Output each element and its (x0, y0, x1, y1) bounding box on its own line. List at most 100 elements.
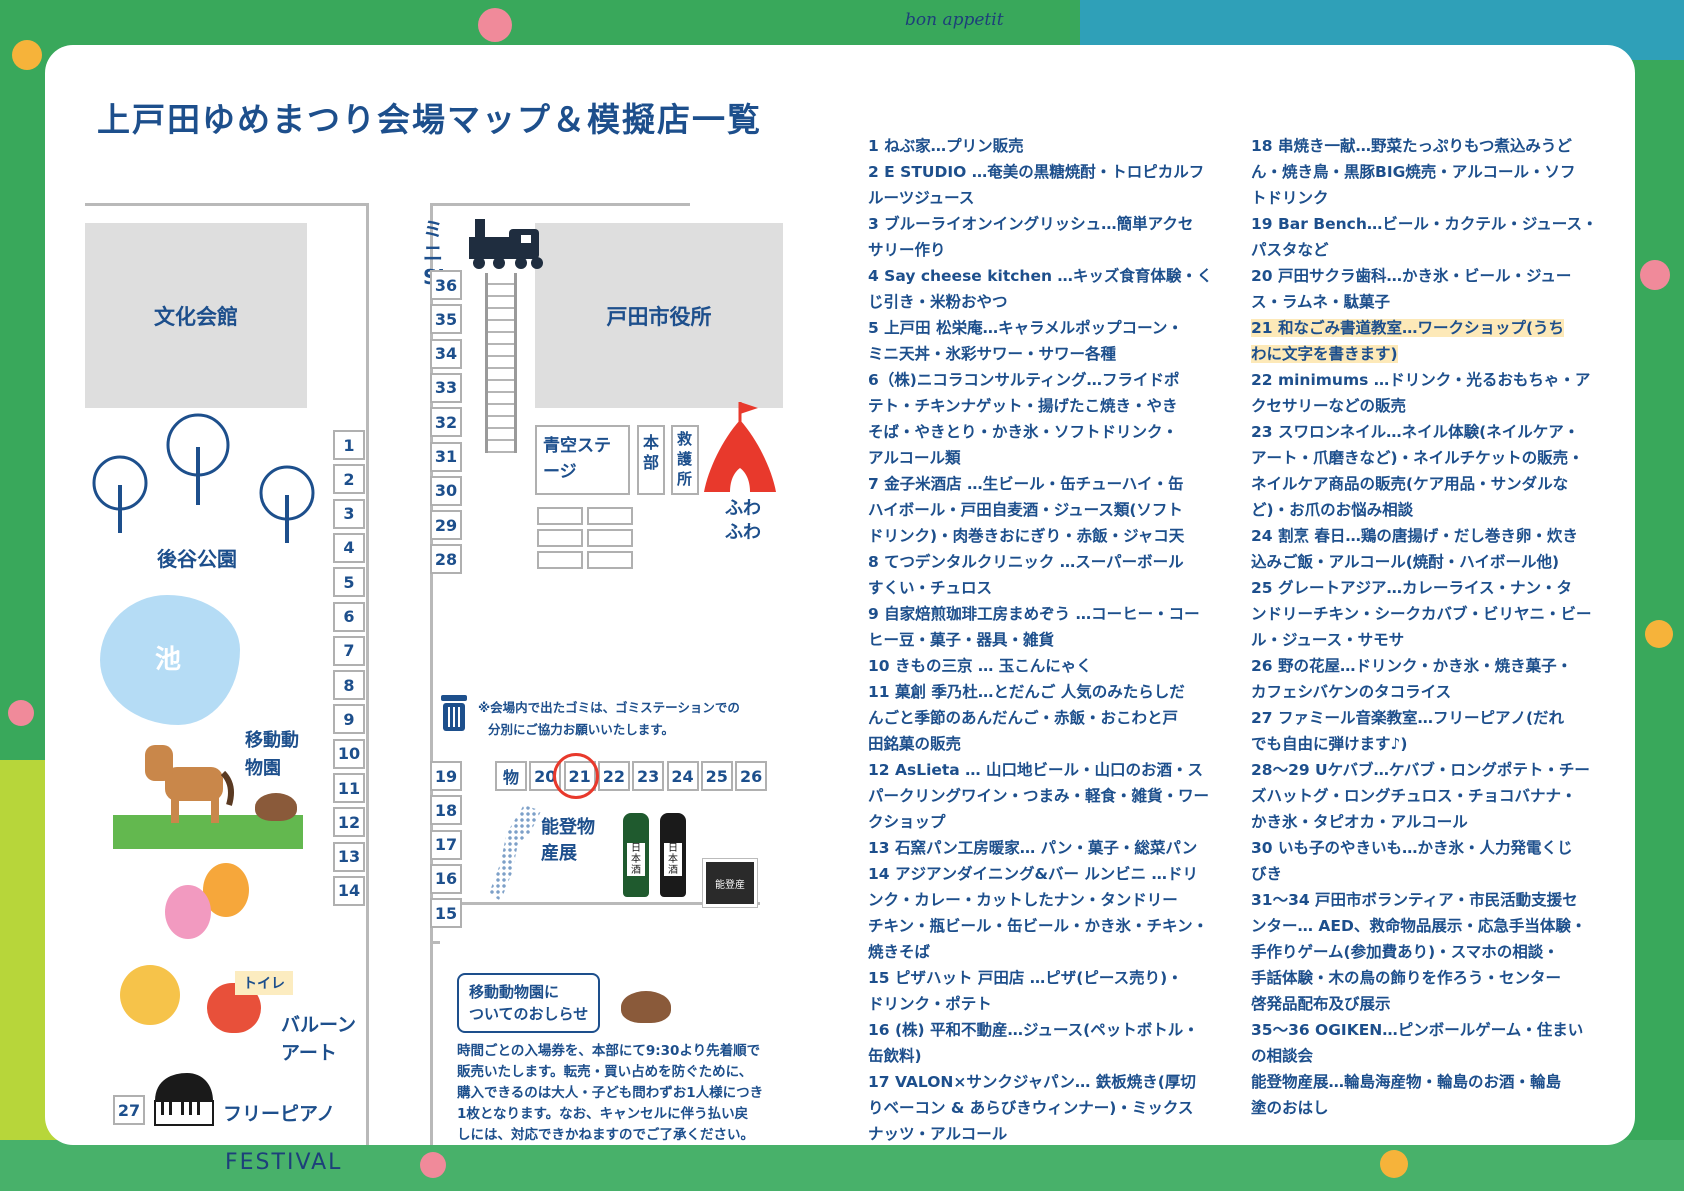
shop-list-line: トドリンク (1251, 189, 1329, 207)
shop-list-line: ルーツジュース (868, 189, 975, 207)
road (430, 941, 433, 1145)
shop-list-line: 16 (株) 平和不動産…ジュース(ペットボトル・ (868, 1021, 1199, 1039)
balloon-dog-icon (120, 965, 180, 1025)
small-booth (587, 551, 633, 569)
piano-icon (153, 1071, 215, 1127)
stall-14: 14 (333, 875, 365, 906)
sake-label: 日本酒 (627, 843, 645, 876)
stall-28: 28 (430, 544, 462, 575)
shop-list-line: ミニ天丼・氷彩サワー・サワー各種 (868, 345, 1117, 363)
stall-24: 24 (666, 761, 699, 791)
balloon-pink-icon (165, 885, 211, 939)
small-booth (537, 529, 583, 547)
garbage-note-line-2: 分別にご協力お願いいたします。 (488, 722, 675, 737)
shop-list-line: 13 石窯パン工房暖家… パン・菓子・総菜パン (868, 839, 1198, 857)
shop-list-line: パークリングワイン・つまみ・軽食・雑貨・ワー (868, 787, 1210, 805)
noto-peninsula-icon (489, 805, 542, 901)
shop-list-line: 17 VALON×サンクジャパン… 鉄板焼き(厚切 (868, 1073, 1196, 1091)
page-title: 上戸田ゆめまつり会場マップ＆模擬店一覧 (97, 100, 762, 139)
shop-list-line: んごと季節のあんだんご・赤飯・おこわと戸 (868, 709, 1179, 727)
shop-list-line: 2 E STUDIO …奄美の黒糖焼酎・トロピカルフ (868, 163, 1205, 181)
road (430, 203, 690, 206)
stall-1: 1 (333, 430, 365, 460)
zoo-notice-line: 1枚となります。なお、キャンセルに伴う払い戻 (457, 1106, 749, 1122)
free-piano-label: フリーピアノ (223, 1103, 336, 1125)
zoo-notice-title-line-1: 移動動物園に (469, 983, 560, 1001)
shop-list-line: 25 グレートアジア…カレーライス・ナン・タ (1251, 579, 1573, 597)
shop-list-line: 20 戸田サクラ歯科…かき氷・ビール・ジュー (1251, 267, 1572, 285)
shop-list-line: 35〜36 OGIKEN…ピンボールゲーム・住まい (1251, 1021, 1584, 1039)
bunka-kaikan-label: 文化会館 (154, 304, 238, 329)
bunka-kaikan-building: 文化会館 (85, 223, 307, 408)
shop-list-line: かき氷・タピオカ・アルコール (1251, 813, 1468, 831)
shop-list-line: でも自由に弾けます♪) (1251, 735, 1408, 753)
flower-decoration (1645, 620, 1673, 648)
stall-25: 25 (700, 761, 733, 791)
small-booth (537, 507, 583, 525)
sake-bottle-icon: 日本酒 (660, 813, 686, 897)
shop-list-line: テト・チキンナゲット・揚げたこ焼き・やき (868, 397, 1178, 415)
shop-list-line: サリー作り (868, 241, 946, 259)
shop-list-line: ス・ラムネ・駄菓子 (1251, 293, 1391, 311)
venue-map: 文化会館 戸田市役所 ミニSL 青空ステージ 本部 救護所 (85, 145, 885, 1145)
shop-list-line: 6（株)ニコラコンサルティング…フライドポ (868, 371, 1180, 389)
zoo-notice-title-line-2: ついてのおしらせ (469, 1005, 589, 1023)
shop-list-line: そば・やきとり・かき氷・ソフトドリンク・ (868, 423, 1178, 441)
shop-list-line: ンター… AED、救命物品展示・応急手当体験・ (1251, 917, 1587, 935)
stall-18: 18 (430, 795, 462, 826)
shop-list-line: ドリンク・ポテト (868, 995, 992, 1013)
shop-list-line: 23 スワロンネイル…ネイル体験(ネイルケア・ (1251, 423, 1580, 441)
balloon-art-label: バルーンアート (281, 1014, 357, 1064)
shop-list-line: 15 ピザハット 戸田店 …ピザ(ピース売り)・ (868, 969, 1183, 987)
shop-list-line: アート・爪磨きなど)・ネイルチケットの販売・ (1251, 449, 1584, 467)
honbu-box: 本部 (637, 425, 665, 495)
stall-10: 10 (333, 738, 365, 769)
stall-4: 4 (333, 532, 365, 563)
stall-30: 30 (430, 475, 462, 506)
stall-34: 34 (430, 338, 462, 369)
highlighted-text: わに文字を書きます) (1251, 345, 1398, 363)
aozora-stage-label: 青空ステージ (543, 436, 611, 482)
stall-23: 23 (632, 761, 665, 791)
road (366, 203, 369, 1145)
stall-6: 6 (333, 601, 365, 632)
zoo-label: 移動動物園 (245, 730, 299, 779)
shop-list-line: 10 きもの三京 … 玉こんにゃく (868, 657, 1092, 675)
sake-label: 日本酒 (664, 843, 682, 876)
toilet-label: トイレ (235, 971, 293, 995)
main-card: 上戸田ゆめまつり会場マップ＆模擬店一覧 文化会館 戸田市役所 ミニSL (45, 45, 1635, 1145)
stall-8: 8 (333, 670, 365, 701)
aozora-stage: 青空ステージ (535, 425, 630, 495)
stall-32: 32 (430, 407, 462, 438)
shop-list-right: 18 串焼き一献…野菜たっぷりもつ煮込みうど ん・焼き鳥・黒豚BIG焼売・アルコー… (1251, 133, 1601, 1121)
zoo-notice-line: しには、対応できかねますのでご了承ください。 (457, 1127, 754, 1143)
shop-list-line: ん・焼き鳥・黒豚BIG焼売・アルコール・ソフ (1251, 163, 1576, 181)
stall-27: 27 (113, 1095, 145, 1125)
park-label: 後谷公園 (157, 547, 237, 571)
stall-5: 5 (333, 567, 365, 598)
kyugosho-label: 救護所 (677, 430, 693, 488)
shop-list-line: 4 Say cheese kitchen …キッズ食育体験・く (868, 267, 1213, 285)
zoo-notice-line: 時間ごとの入場券を、本部にて9:30より先着順で (457, 1043, 761, 1059)
stall-31: 31 (430, 441, 462, 472)
stall-3: 3 (333, 498, 365, 529)
shop-list-line: 5 上戸田 松栄庵…キャラメルポップコーン・ (868, 319, 1183, 337)
small-booth (587, 529, 633, 547)
shop-list-line: 28〜29 Uケバブ…ケバブ・ロングポテト・チー (1251, 761, 1590, 779)
shop-list-line: 18 串焼き一献…野菜たっぷりもつ煮込みうど (1251, 137, 1572, 155)
bon-appetit-text: bon appetit (905, 10, 1004, 30)
shop-list-line: 27 ファミール音楽教室…フリーピアノ(だれ (1251, 709, 1565, 727)
shop-list-line: 14 アジアンダイニング&バー ルンビニ …ドリ (868, 865, 1198, 883)
shop-list-line: ンク・カレー・カットしたナン・タンドリー (868, 891, 1178, 909)
tree-icon (90, 455, 150, 539)
shop-list-line: 12 AsLieta … 山口地ビール・山口のお酒・ス (868, 761, 1204, 779)
stall-26: 26 (735, 761, 768, 791)
shop-list-line: の相談会 (1251, 1047, 1314, 1065)
hedgehog-icon (255, 793, 297, 821)
city-hall-building: 戸田市役所 (535, 223, 783, 408)
shop-list-line: 啓発品配布及び展示 (1251, 995, 1391, 1013)
highlight-circle (553, 753, 599, 799)
noto-label: 能登物産展 (541, 817, 595, 864)
fuwafuwa-label: ふわふわ (725, 498, 761, 543)
shop-list-line: 3 ブルーライオンイングリッシュ…簡単アクセ (868, 215, 1194, 233)
